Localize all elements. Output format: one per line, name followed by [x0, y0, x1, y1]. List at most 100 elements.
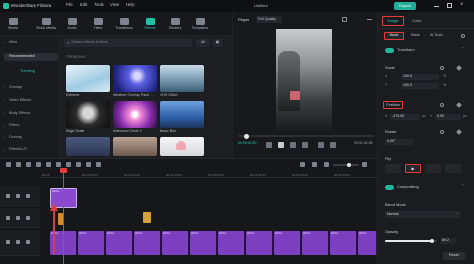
reset-button[interactable]: Reset — [443, 252, 465, 260]
menu-tools[interactable]: Tools — [94, 2, 104, 7]
main-clip[interactable]: 2024... — [302, 231, 329, 255]
opacity-field[interactable]: 89.2 — [440, 238, 456, 244]
eye-icon[interactable] — [16, 194, 20, 198]
tab-color[interactable]: Color — [412, 19, 422, 23]
lock-icon[interactable] — [6, 240, 10, 244]
subtab-ai-tools[interactable]: AI Tools — [430, 33, 443, 38]
lock-icon[interactable] — [6, 194, 10, 198]
snapshot-icon[interactable] — [342, 17, 347, 22]
scale-x-field[interactable]: 100.0 — [401, 74, 439, 80]
stop-icon[interactable] — [302, 142, 308, 148]
play-icon[interactable] — [278, 142, 284, 148]
main-clip[interactable]: 2024... — [134, 231, 161, 255]
mute-icon[interactable] — [26, 240, 30, 244]
tab-stock-media[interactable]: Stock Media — [34, 13, 58, 35]
effect-thumb-weather-overlay[interactable] — [113, 65, 157, 92]
color-icon[interactable] — [86, 162, 91, 167]
reset-rotate-icon[interactable] — [440, 130, 444, 134]
search-input[interactable]: ⌕ Search effects & filters — [64, 39, 192, 47]
effect-thumb-basic-blur[interactable] — [160, 101, 204, 128]
mute-icon[interactable] — [26, 194, 30, 198]
tab-titles[interactable]: Titles — [86, 13, 110, 35]
main-clip[interactable]: 2024... — [274, 231, 301, 255]
text-icon[interactable] — [66, 162, 71, 167]
compositing-toggle[interactable] — [385, 185, 394, 190]
transform-toggle[interactable] — [385, 48, 394, 53]
chevron-up-icon[interactable]: ⌃ — [461, 47, 464, 51]
tab-effects[interactable]: Effects — [138, 13, 162, 35]
next-frame-icon[interactable] — [290, 142, 296, 148]
close-icon[interactable]: × — [460, 2, 464, 8]
tab-transitions[interactable]: Transitions — [112, 13, 136, 35]
blend-mode-select[interactable]: Normal ⌄ — [385, 211, 461, 218]
effect-thumb-7[interactable] — [66, 137, 110, 156]
video-preview[interactable] — [276, 29, 332, 131]
effect-thumb-8[interactable] — [113, 137, 157, 156]
nav-item-overlay[interactable]: › Overlay — [4, 84, 58, 92]
eye-icon[interactable] — [16, 216, 20, 220]
zoom-in-icon[interactable] — [362, 162, 367, 167]
menu-view[interactable]: View — [110, 2, 119, 7]
nav-item-video-effects[interactable]: › Video Effects — [4, 97, 58, 105]
tab-audio[interactable]: Audio — [60, 13, 84, 35]
chevron-up-icon[interactable]: ⌃ — [461, 184, 464, 188]
menu-file[interactable]: File — [66, 2, 73, 7]
menu-help[interactable]: Help — [126, 2, 135, 7]
menu-edit[interactable]: Edit — [80, 2, 87, 7]
zoom-out-icon[interactable] — [324, 162, 329, 167]
main-clip[interactable]: 2024... — [330, 231, 357, 255]
nav-item-recommended[interactable]: ⌄ Recommended — [4, 53, 58, 61]
speed-icon[interactable] — [76, 162, 81, 167]
playhead[interactable] — [63, 170, 64, 264]
maximize-icon[interactable] — [447, 3, 452, 8]
flip-none-button[interactable] — [385, 164, 401, 173]
nav-item-trending[interactable]: Trending — [20, 68, 58, 76]
main-clip[interactable]: 2024... — [78, 231, 105, 255]
tab-image[interactable]: Image — [382, 16, 404, 26]
volume-icon[interactable] — [330, 142, 336, 148]
nav-item-filters[interactable]: › Filters — [4, 122, 58, 130]
effect-thumb-9[interactable] — [160, 137, 204, 156]
effect-thumb-edge-scale[interactable] — [66, 101, 110, 128]
subtab-basic[interactable]: Basic — [384, 32, 404, 40]
audio-tool-icon[interactable] — [96, 162, 101, 167]
redo-icon[interactable] — [26, 162, 31, 167]
flip-vertical-button[interactable] — [425, 164, 441, 173]
quality-select[interactable]: Full Quality — [256, 16, 282, 23]
opacity-slider-knob[interactable] — [430, 239, 434, 243]
flip-horizontal-button[interactable]: ▶ — [405, 164, 421, 173]
lock-icon[interactable] — [6, 216, 10, 220]
scale-y-field[interactable]: 100.0 — [401, 83, 439, 89]
effect-thumb-iridescent-circle[interactable] — [113, 101, 157, 128]
grid-view-button[interactable]: ▦ — [213, 39, 222, 47]
delete-icon[interactable] — [36, 162, 41, 167]
rotate-field[interactable]: 0.00° — [385, 139, 413, 145]
prev-frame-icon[interactable] — [266, 142, 272, 148]
cut-icon[interactable] — [46, 162, 51, 167]
undo-icon[interactable] — [16, 162, 21, 167]
main-clip[interactable]: 2024... — [190, 231, 217, 255]
tab-stickers[interactable]: Stickers — [163, 13, 187, 35]
reset-position-icon[interactable] — [440, 103, 444, 107]
main-clip[interactable]: 2024... — [358, 231, 377, 255]
progress-knob[interactable] — [244, 133, 249, 139]
tab-templates[interactable]: Templates — [188, 13, 212, 35]
nav-item-filterblut[interactable]: › FilterBLUT — [4, 146, 58, 154]
flip-reset-button[interactable] — [445, 164, 461, 173]
effect-thumb-extreme[interactable] — [66, 65, 110, 92]
nav-item-mine[interactable]: › Mine — [4, 39, 58, 47]
more-icon[interactable] — [367, 19, 372, 20]
export-button[interactable]: Export — [394, 2, 416, 10]
player-tab[interactable]: Player — [238, 18, 249, 22]
minimize-icon[interactable] — [434, 6, 439, 7]
playback-progress[interactable] — [238, 133, 374, 139]
mute-icon[interactable] — [26, 216, 30, 220]
effect-clip-2[interactable] — [143, 212, 151, 223]
playhead-handle[interactable] — [60, 168, 67, 173]
nav-item-body-effects[interactable]: › Body Effects — [4, 110, 58, 118]
main-clip[interactable]: 2024... — [218, 231, 245, 255]
split-icon[interactable] — [6, 162, 11, 167]
position-x-field[interactable]: -270.00 — [390, 114, 420, 120]
eye-icon[interactable] — [16, 240, 20, 244]
settings-icon[interactable] — [461, 34, 465, 38]
